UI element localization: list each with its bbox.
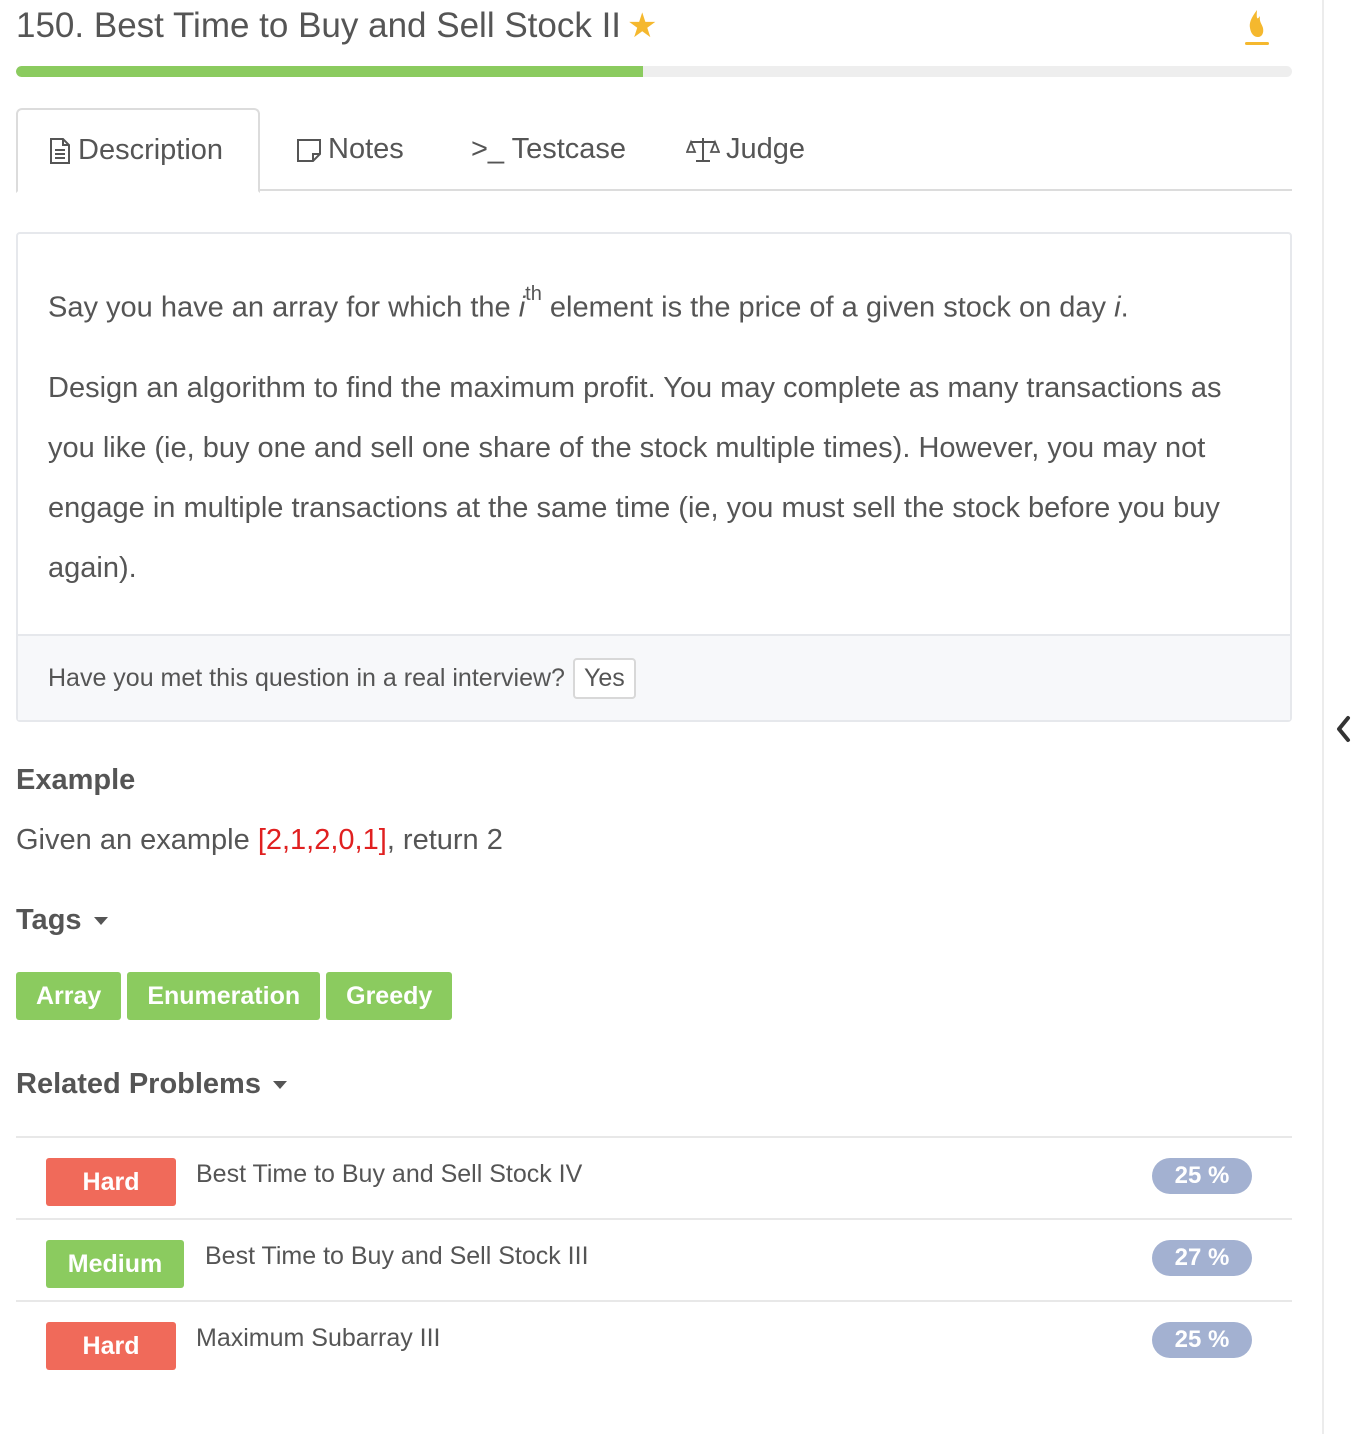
problem-title: 150. Best Time to Buy and Sell Stock II [16,6,622,45]
difficulty-badge: Hard [46,1158,176,1206]
progress-bar [16,66,1292,77]
page-title: 150. Best Time to Buy and Sell Stock II ★ [16,6,658,46]
related-toggle[interactable]: Related Problems [16,1068,287,1101]
note-icon [296,137,322,163]
superscript-th: th [525,283,542,305]
related-heading: Related Problems [16,1068,261,1100]
tab-description-label: Description [78,134,224,166]
difficulty-badge: Medium [46,1240,184,1288]
tab-judge[interactable]: Judge [686,108,805,191]
chevron-left-icon[interactable] [1334,712,1354,746]
description-paragraph-2: Design an algorithm to find the maximum … [48,371,1222,584]
difficulty-badge: Hard [46,1322,176,1370]
progress-fill [16,66,643,77]
sidebar-divider [1322,0,1324,1434]
example-array: [2,1,2,0,1] [257,824,387,856]
desc-text: Say you have an array for which the [48,291,519,324]
acceptance-rate-badge: 25 % [1152,1322,1252,1358]
interview-question-bar: Have you met this question in a real int… [18,634,1290,720]
tag-list: Array Enumeration Greedy [16,972,453,1020]
caret-down-icon [93,917,108,926]
scale-icon [686,136,720,164]
tag-greedy[interactable]: Greedy [326,972,453,1020]
related-problem-row[interactable]: Hard Best Time to Buy and Sell Stock IV … [16,1138,1292,1220]
problem-panel: 150. Best Time to Buy and Sell Stock II ★… [16,0,1292,1370]
description-paragraph-1: Say you have an array for which the ith … [48,270,1260,338]
description-card: Say you have an array for which the ith … [16,232,1292,722]
related-problem-row[interactable]: Medium Best Time to Buy and Sell Stock I… [16,1220,1292,1302]
fire-icon[interactable] [1242,6,1272,48]
example-heading: Example [16,764,136,796]
description-body: Say you have an array for which the ith … [18,234,1290,598]
acceptance-rate-badge: 27 % [1152,1240,1252,1276]
tab-judge-label: Judge [726,133,806,165]
tags-heading: Tags [16,904,82,936]
star-icon[interactable]: ★ [627,7,657,45]
tag-array[interactable]: Array [16,972,122,1020]
related-problems-list: Hard Best Time to Buy and Sell Stock IV … [16,1136,1292,1384]
document-icon [48,137,72,165]
yes-button[interactable]: Yes [572,657,636,699]
example-text: Given an example [2,1,2,0,1], return 2 [16,824,503,857]
tag-enumeration[interactable]: Enumeration [127,972,321,1020]
tab-bar: Description Notes >_ Testcase Judge [16,108,1292,193]
tab-description[interactable]: Description [16,108,260,193]
acceptance-rate-badge: 25 % [1152,1158,1252,1194]
related-problem-link[interactable]: Maximum Subarray III [196,1324,441,1353]
related-problem-link[interactable]: Best Time to Buy and Sell Stock IV [196,1160,582,1189]
example-text-after: , return 2 [386,824,503,856]
caret-down-icon [272,1081,287,1090]
tab-testcase[interactable]: >_ Testcase [471,108,626,191]
tags-toggle[interactable]: Tags [16,904,108,937]
tab-notes[interactable]: Notes [296,108,404,191]
tab-testcase-label: >_ Testcase [471,133,627,165]
desc-text: element is the price of a given stock on… [541,291,1115,324]
interview-question-text: Have you met this question in a real int… [48,663,565,692]
related-problem-row[interactable]: Hard Maximum Subarray III 25 % [16,1302,1292,1384]
tab-notes-label: Notes [328,133,404,165]
desc-text: . [1120,291,1129,324]
related-problem-link[interactable]: Best Time to Buy and Sell Stock III [205,1242,589,1271]
example-text-before: Given an example [16,824,258,856]
problem-header: 150. Best Time to Buy and Sell Stock II ★ [16,0,1292,62]
